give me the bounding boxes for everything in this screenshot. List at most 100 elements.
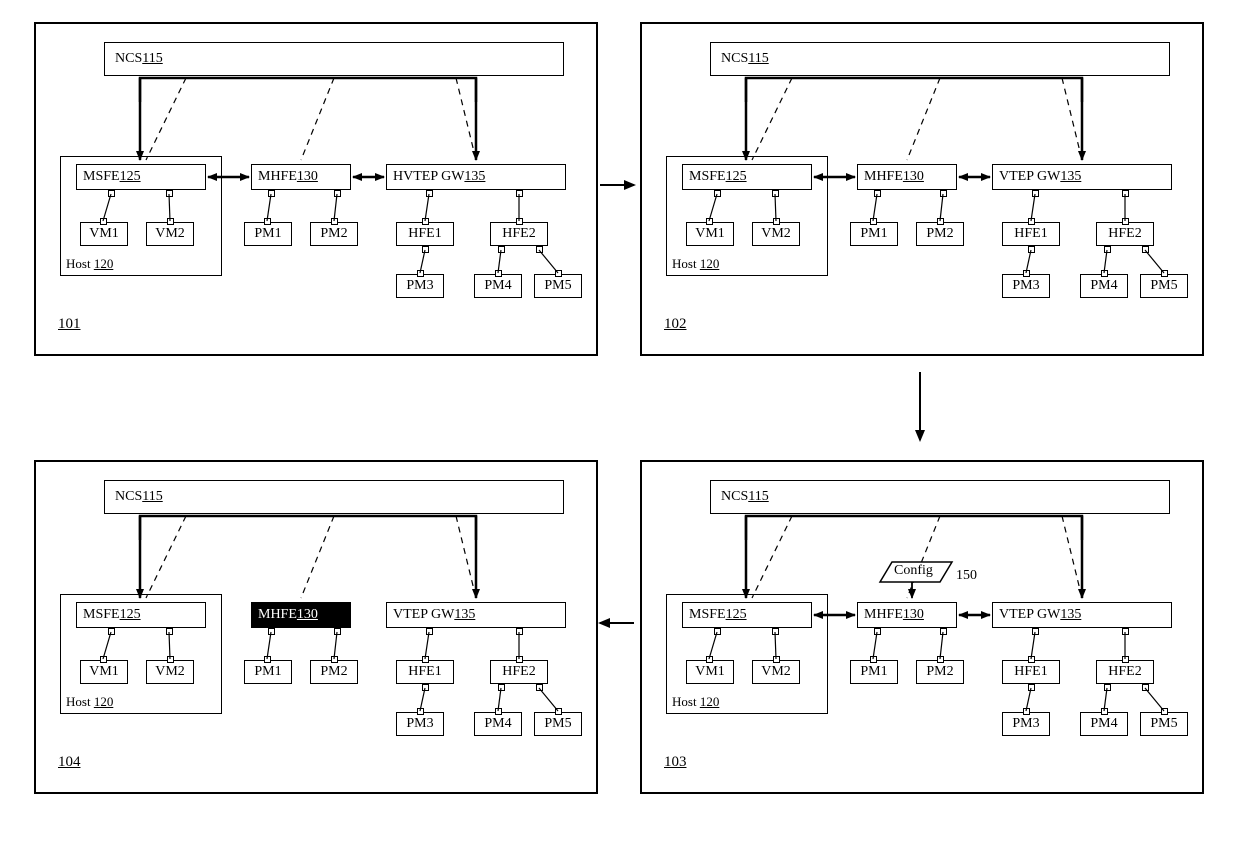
port [937,656,944,663]
port [870,218,877,225]
vm1-box: VM1 [80,660,128,684]
port [1122,628,1129,635]
port [426,628,433,635]
port [166,190,173,197]
port [1122,656,1129,663]
port [264,218,271,225]
pm1-box: PM1 [244,222,292,246]
ref-103: 103 [664,754,687,771]
port [268,190,275,197]
ref-104: 104 [58,754,81,771]
hfe1-box: HFE1 [1002,222,1060,246]
pm4-box: PM4 [474,274,522,298]
panel-101: NCS 115Host 120MSFE 125MHFE 130HVTEP GW … [34,22,598,356]
pm4-box: PM4 [1080,712,1128,736]
hfe2-box: HFE2 [490,222,548,246]
port [706,218,713,225]
port [268,628,275,635]
msfe-box: MSFE 125 [76,602,206,628]
hfe1-box: HFE1 [396,660,454,684]
pm3-box: PM3 [1002,712,1050,736]
pm3-box: PM3 [396,712,444,736]
port [874,628,881,635]
gw-box: VTEP GW 135 [992,602,1172,628]
port [714,190,721,197]
port [536,684,543,691]
port [773,218,780,225]
msfe-box: MSFE 125 [682,164,812,190]
ncs-box: NCS 115 [104,480,564,514]
pm1-box: PM1 [850,660,898,684]
port [1122,218,1129,225]
hfe2-box: HFE2 [1096,222,1154,246]
mhfe-box: MHFE 130 [251,164,351,190]
port [1028,684,1035,691]
pm5-box: PM5 [1140,274,1188,298]
port [1122,190,1129,197]
port [772,628,779,635]
pm2-box: PM2 [916,222,964,246]
port [940,628,947,635]
gw-box: VTEP GW 135 [992,164,1172,190]
hfe1-box: HFE1 [1002,660,1060,684]
host-label: Host 120 [672,694,719,710]
mhfe-box: MHFE 130 [857,602,957,628]
msfe-box: MSFE 125 [682,602,812,628]
port [1101,270,1108,277]
port [874,190,881,197]
port [1104,684,1111,691]
port [422,656,429,663]
pm5-box: PM5 [534,712,582,736]
pm2-box: PM2 [916,660,964,684]
port [516,218,523,225]
hfe1-box: HFE1 [396,222,454,246]
panel-104: NCS 115Host 120MSFE 125MHFE 130VTEP GW 1… [34,460,598,794]
port [937,218,944,225]
host-label: Host 120 [672,256,719,272]
port [495,270,502,277]
pm5-box: PM5 [1140,712,1188,736]
port [167,218,174,225]
port [1161,708,1168,715]
port [1142,246,1149,253]
port [1032,628,1039,635]
port [422,218,429,225]
port [166,628,173,635]
vm2-box: VM2 [752,660,800,684]
pm2-box: PM2 [310,222,358,246]
port [334,628,341,635]
config-id: 150 [956,568,977,584]
ncs-box: NCS 115 [104,42,564,76]
config-label: Config [894,563,933,579]
port [516,656,523,663]
port [417,270,424,277]
port [1028,246,1035,253]
vm1-box: VM1 [80,222,128,246]
port [940,190,947,197]
port [100,656,107,663]
ref-101: 101 [58,316,81,333]
vm2-box: VM2 [146,222,194,246]
port [706,656,713,663]
mhfe-box: MHFE 130 [251,602,351,628]
port [555,708,562,715]
hfe2-box: HFE2 [490,660,548,684]
ncs-box: NCS 115 [710,42,1170,76]
panel-102: NCS 115Host 120MSFE 125MHFE 130VTEP GW 1… [640,22,1204,356]
port [167,656,174,663]
port [498,246,505,253]
pm5-box: PM5 [534,274,582,298]
port [334,190,341,197]
pm1-box: PM1 [244,660,292,684]
port [108,628,115,635]
port [1023,708,1030,715]
pm3-box: PM3 [1002,274,1050,298]
port [772,190,779,197]
vm2-box: VM2 [752,222,800,246]
host-label: Host 120 [66,256,113,272]
port [264,656,271,663]
port [100,218,107,225]
hfe2-box: HFE2 [1096,660,1154,684]
port [422,684,429,691]
port [331,218,338,225]
